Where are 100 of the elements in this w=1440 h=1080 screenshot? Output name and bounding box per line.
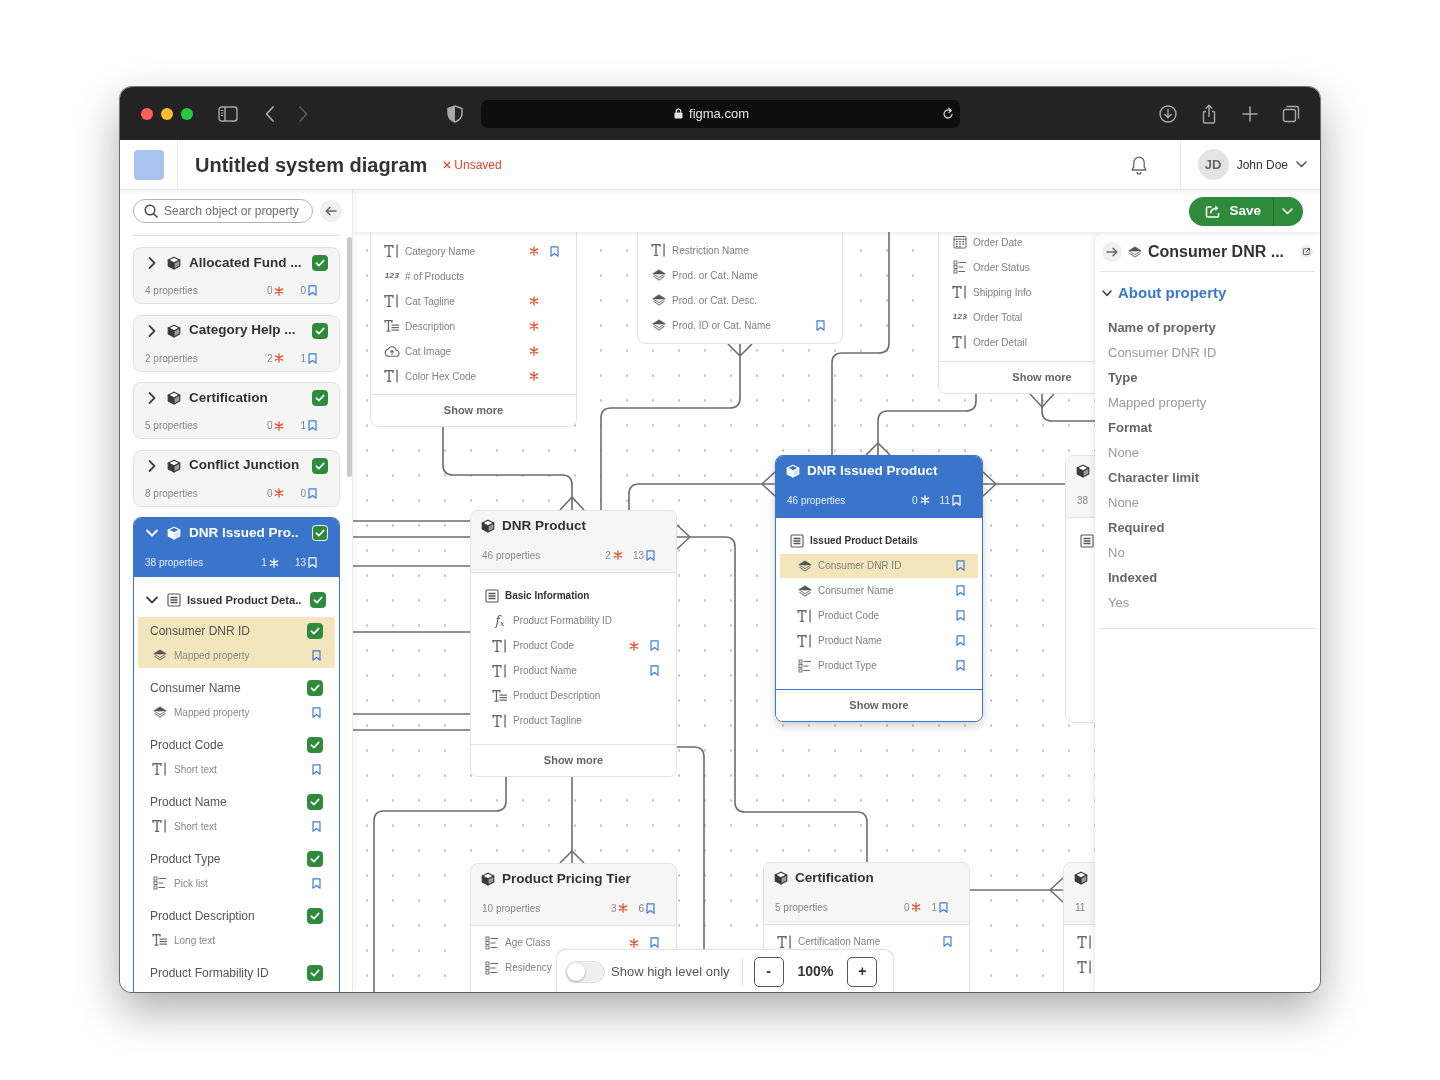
- back-button[interactable]: [320, 200, 342, 222]
- property-row[interactable]: Product Description: [475, 688, 601, 703]
- tabs-icon[interactable]: [1282, 104, 1300, 123]
- checkbox[interactable]: [307, 680, 323, 696]
- share-icon[interactable]: [1200, 103, 1218, 124]
- property-row[interactable]: Category Name: [375, 244, 572, 258]
- plus-icon[interactable]: [1241, 104, 1259, 123]
- property-row[interactable]: Description: [375, 319, 572, 333]
- property-row[interactable]: 123 Order Total: [943, 310, 1023, 324]
- property-count: 8 properties: [145, 486, 198, 501]
- property-row[interactable]: Cat Image: [375, 344, 572, 358]
- entity-card[interactable]: DNR Issued Product 46 properties 0 11 Issued Product Details Consumer DNR ID Consumer Name Product Code Product Name Product Type Show more: [775, 455, 983, 722]
- download-icon[interactable]: [1159, 104, 1177, 123]
- object-card[interactable]: Category Help ... 2 properties 2 1: [133, 314, 340, 372]
- property-row[interactable]: Product Tagline: [475, 713, 582, 728]
- text-type-icon: [797, 608, 813, 623]
- property-count: 5 properties: [145, 419, 198, 433]
- property-row[interactable]: f$_{x}$ Product Formability ID: [475, 613, 612, 628]
- section-toggle[interactable]: About property: [1102, 282, 1227, 305]
- property-row[interactable]: Order Status: [943, 260, 1030, 274]
- property-row[interactable]: Prod. ID or Cat. Name: [642, 318, 838, 332]
- checkbox[interactable]: [307, 737, 323, 753]
- object-card[interactable]: [133, 517, 340, 992]
- entity-card[interactable]: Category Name 123 # of Products Cat Tagline Description Cat Image Color Hex Code Show more: [370, 232, 577, 427]
- show-more-button[interactable]: Show more: [371, 394, 576, 426]
- property-item[interactable]: Consumer Name Mapped property: [138, 674, 335, 725]
- property-row[interactable]: Prod. or Cat. Desc.: [642, 293, 758, 307]
- bell-icon[interactable]: [1129, 154, 1148, 175]
- property-row[interactable]: Order Detail: [943, 335, 1027, 349]
- window-close-button[interactable]: [141, 107, 153, 120]
- property-item[interactable]: Product Type Pick list: [138, 845, 335, 896]
- checkbox[interactable]: [312, 322, 328, 339]
- property-row[interactable]: 123 # of Products: [375, 269, 464, 283]
- show-more-button[interactable]: Show more: [776, 689, 982, 721]
- property-row[interactable]: Age Class: [475, 935, 672, 950]
- save-options-button[interactable]: [1273, 196, 1303, 226]
- property-item[interactable]: Product Formability ID: [138, 959, 335, 992]
- property-row[interactable]: Residency: [475, 960, 552, 975]
- checkbox[interactable]: [307, 623, 323, 639]
- checkbox[interactable]: [307, 794, 323, 810]
- property-row[interactable]: Prod. or Cat. Name: [642, 268, 759, 282]
- address-bar[interactable]: figma.com: [481, 99, 960, 128]
- object-card[interactable]: Certification 5 properties 0 1: [133, 382, 340, 439]
- property-item[interactable]: Product Code Short text: [138, 731, 335, 782]
- forward-button[interactable]: [1102, 241, 1122, 262]
- text-type-icon: [952, 335, 968, 349]
- toggle-switch[interactable]: [565, 960, 605, 983]
- property-item[interactable]: Product Name Short text: [138, 788, 335, 839]
- property-row[interactable]: Shipping Info: [943, 285, 1032, 299]
- external-link-icon[interactable]: [1300, 245, 1313, 258]
- back-icon[interactable]: [264, 104, 276, 123]
- entity-card[interactable]: 11: [1063, 862, 1095, 992]
- zoom-in-button[interactable]: +: [847, 956, 878, 987]
- chevron-right-icon[interactable]: [147, 391, 157, 405]
- property-row[interactable]: Product Code: [475, 638, 672, 653]
- property-row[interactable]: Certification Name: [768, 934, 965, 949]
- window-minimize-button[interactable]: [161, 107, 173, 120]
- object-card[interactable]: Conflict Junction 8 properties 0 0: [133, 449, 340, 507]
- required-count: 1: [261, 556, 267, 570]
- show-more-button[interactable]: Show more: [939, 361, 1095, 393]
- entity-card[interactable]: DNR Product 46 properties 2 13 Basic Information f$_{x}$ Product Formability ID Product Code Product Name Product Description Product Tagline Show more: [470, 510, 677, 777]
- object-card[interactable]: Allocated Fund ... 4 properties 0 0: [133, 247, 340, 304]
- property-row[interactable]: Product Name: [475, 663, 672, 678]
- user-name[interactable]: John Doe: [1236, 155, 1288, 174]
- entity-card[interactable]: Restriction Name Prod. or Cat. Name Prod. or Cat. Desc. Prod. ID or Cat. Name: [637, 232, 843, 344]
- avatar[interactable]: JD: [1197, 149, 1229, 180]
- scrollbar[interactable]: [347, 237, 352, 477]
- forward-icon[interactable]: [297, 104, 309, 123]
- checkbox[interactable]: [312, 390, 328, 406]
- property-row[interactable]: Consumer DNR ID: [780, 553, 978, 578]
- reload-icon[interactable]: [942, 107, 954, 120]
- property-row[interactable]: Product Name: [780, 633, 978, 648]
- zoom-out-button[interactable]: -: [753, 956, 784, 987]
- property-row[interactable]: Consumer Name: [780, 583, 978, 598]
- chevron-down-icon[interactable]: [1296, 161, 1307, 168]
- property-row[interactable]: Order Date: [943, 235, 1023, 249]
- window-zoom-button[interactable]: [181, 107, 193, 120]
- property-row[interactable]: Product Code: [780, 608, 978, 623]
- save-button[interactable]: Save: [1189, 196, 1273, 226]
- property-row[interactable]: Cat Tagline: [375, 294, 572, 308]
- chevron-right-icon[interactable]: [147, 323, 157, 338]
- property-row[interactable]: Restriction Name: [642, 243, 749, 257]
- checkbox[interactable]: [312, 255, 328, 271]
- property-row[interactable]: Color Hex Code: [375, 369, 572, 383]
- checkbox[interactable]: [307, 908, 323, 924]
- shield-icon[interactable]: [447, 104, 463, 123]
- checkbox[interactable]: [310, 592, 326, 608]
- checkbox[interactable]: [312, 457, 328, 474]
- checkbox[interactable]: [307, 965, 323, 981]
- property-row[interactable]: Product Type: [780, 658, 978, 673]
- property-item[interactable]: Product Description Long text: [138, 902, 335, 953]
- chevron-down-icon[interactable]: [145, 595, 159, 605]
- checkbox[interactable]: [307, 851, 323, 867]
- chevron-right-icon[interactable]: [147, 256, 157, 270]
- show-more-button[interactable]: Show more: [471, 744, 676, 776]
- chevron-right-icon[interactable]: [147, 458, 157, 473]
- sidebar-icon[interactable]: [218, 105, 238, 122]
- property-item[interactable]: Consumer DNR ID Mapped property: [138, 617, 335, 668]
- entity-card[interactable]: 38: [1065, 455, 1095, 723]
- entity-card[interactable]: Order Date Order Status Shipping Info 123 Order Total Order Detail Show more: [938, 232, 1095, 394]
